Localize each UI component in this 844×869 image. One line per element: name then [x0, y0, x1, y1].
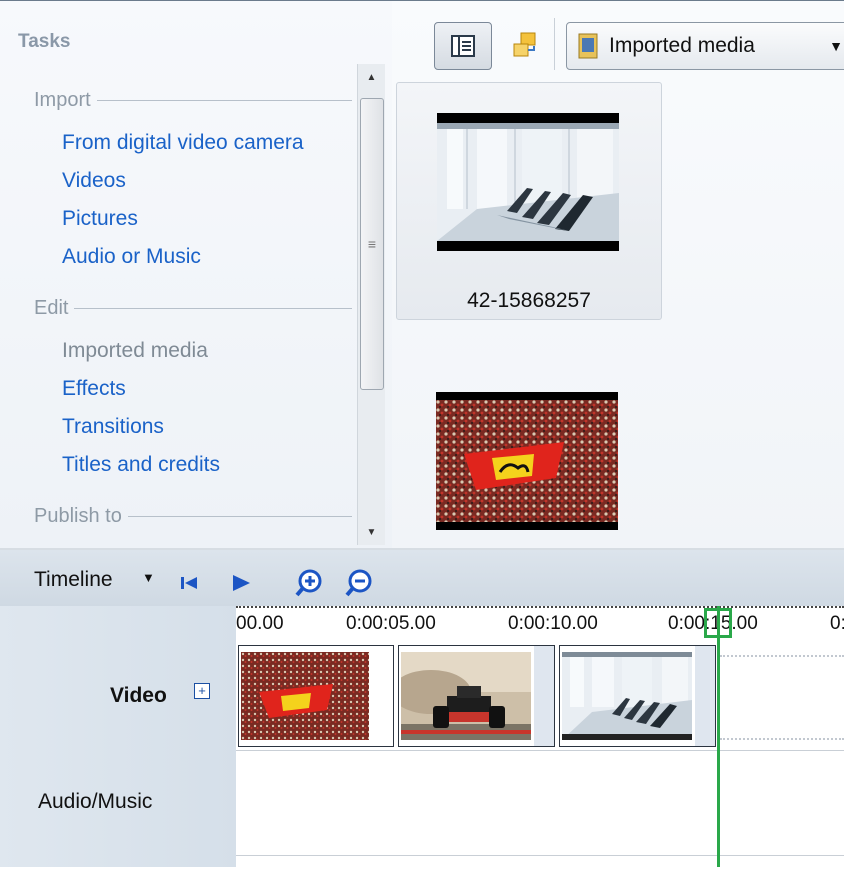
track-labels-column — [0, 606, 236, 867]
ruler-ticks — [236, 606, 844, 612]
zoom-in-button[interactable] — [292, 566, 326, 600]
rewind-icon — [181, 577, 197, 589]
rewind-button[interactable] — [176, 570, 202, 596]
arrange-button[interactable] — [505, 24, 545, 66]
ferrari-flag-crowd-thumbnail — [436, 392, 618, 530]
timeline-clip[interactable] — [398, 645, 555, 747]
edit-section-header: Edit — [34, 297, 352, 320]
timeline-view-label[interactable]: Timeline — [34, 568, 113, 592]
ruler-label: 0:00:05.00 — [346, 613, 436, 634]
task-import-pictures[interactable]: Pictures — [62, 207, 138, 231]
task-effects[interactable]: Effects — [62, 377, 126, 401]
task-transitions[interactable]: Transitions — [62, 415, 164, 439]
clip-trim-handle[interactable] — [534, 646, 554, 746]
publish-section-header: Publish to — [34, 505, 352, 528]
track-dotted-line — [720, 655, 844, 657]
media-item[interactable]: 42-15868257 — [396, 82, 662, 320]
chevron-down-icon: ▼ — [829, 38, 843, 54]
task-import-videos[interactable]: Videos — [62, 169, 126, 193]
ferrari-flag-crowd-clip — [241, 652, 369, 740]
office-laptops-thumbnail — [437, 113, 619, 251]
playhead-line[interactable] — [717, 606, 720, 867]
audio-track-label: Audio/Music — [38, 790, 153, 813]
zoom-out-button[interactable] — [342, 566, 376, 600]
task-scrollbar[interactable]: ▲ ≡ ▼ — [357, 64, 385, 545]
arrange-items-icon — [513, 32, 536, 57]
edit-header-label: Edit — [34, 297, 69, 319]
tasks-title: Tasks — [18, 31, 71, 52]
media-view-dropdown[interactable]: Imported media ▼ — [566, 22, 844, 70]
timeline-clip[interactable] — [238, 645, 394, 747]
import-section-header: Import — [34, 89, 352, 112]
publish-header-label: Publish to — [34, 505, 122, 527]
expand-plus-icon[interactable]: + — [194, 683, 210, 699]
chevron-down-icon[interactable]: ▼ — [142, 570, 155, 585]
details-view-icon — [451, 35, 475, 57]
ruler-label: 0:00:10.00 — [508, 613, 598, 634]
clip-trim-handle[interactable] — [695, 646, 715, 746]
import-header-label: Import — [34, 89, 91, 111]
race-car-clip — [401, 652, 531, 740]
playhead-handle[interactable] — [704, 608, 732, 638]
zoom-in-icon — [295, 569, 322, 597]
task-pane: Tasks Import From digital video camera V… — [0, 0, 392, 549]
section-divider — [96, 100, 352, 101]
dropdown-selected-value: Imported media — [609, 34, 755, 57]
audio-music-track[interactable] — [236, 751, 844, 856]
task-titles-credits[interactable]: Titles and credits — [62, 453, 220, 477]
section-divider — [127, 516, 352, 517]
video-track-label: Video — [110, 684, 167, 707]
ruler-label: 0: — [830, 613, 844, 634]
scroll-down-arrow-icon[interactable]: ▼ — [358, 519, 385, 545]
ruler-label: 00.00 — [236, 613, 284, 634]
view-toggle-button[interactable] — [434, 22, 492, 70]
play-icon — [233, 575, 250, 591]
task-import-audio[interactable]: Audio or Music — [62, 245, 201, 269]
timeline-clip[interactable] — [559, 645, 716, 747]
task-imported-media[interactable]: Imported media — [62, 339, 208, 363]
folder-film-icon — [578, 33, 598, 59]
play-button[interactable] — [228, 570, 254, 596]
track-dotted-line — [720, 738, 844, 740]
toolbar-separator — [554, 18, 555, 70]
zoom-out-icon — [345, 569, 372, 597]
scroll-thumb[interactable]: ≡ — [360, 98, 384, 390]
media-item-caption: 42-15868257 — [467, 289, 591, 312]
timeline-toolbar — [0, 550, 844, 606]
office-laptops-clip — [562, 652, 692, 740]
scroll-up-arrow-icon[interactable]: ▲ — [358, 64, 385, 90]
task-from-camera[interactable]: From digital video camera — [62, 131, 304, 155]
section-divider — [74, 308, 352, 309]
